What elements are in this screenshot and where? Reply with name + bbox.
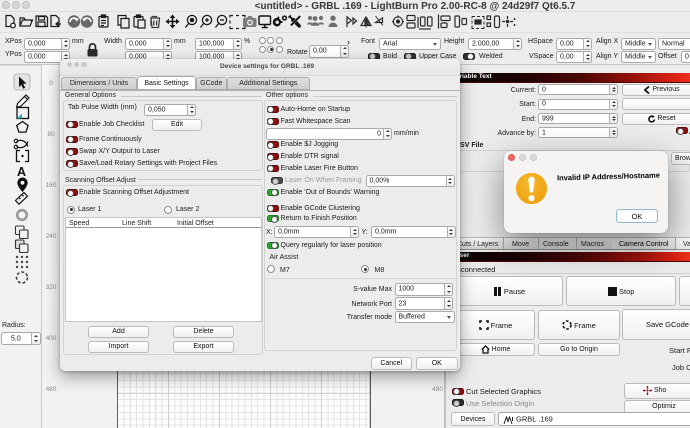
svg-text:A: A xyxy=(17,165,26,179)
